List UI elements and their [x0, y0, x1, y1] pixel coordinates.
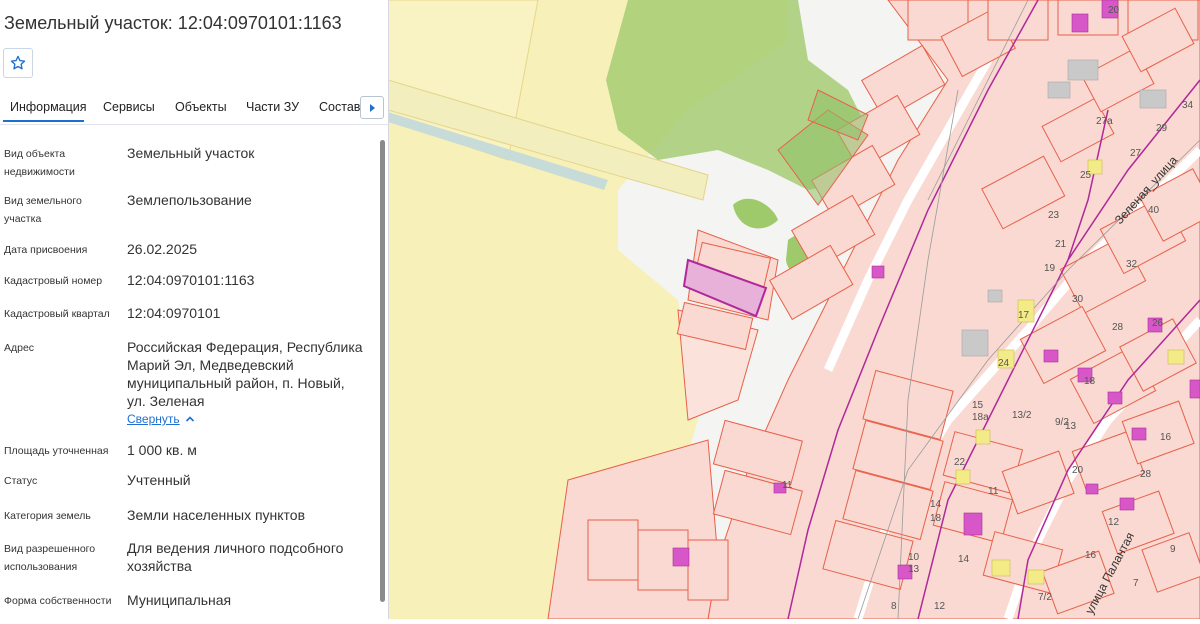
house-number: 9/2 [1055, 417, 1069, 428]
house-number: 9 [1170, 544, 1176, 555]
favorite-button[interactable] [3, 48, 33, 78]
house-number: 8 [891, 601, 897, 612]
house-number: 27а [1096, 116, 1113, 127]
info-panel: Земельный участок: 12:04:0970101:1163 Ин… [0, 0, 389, 619]
house-number: 18 [1084, 376, 1096, 387]
house-number: 28 [1140, 469, 1152, 480]
field-label: Вид объекта недвижимости [4, 148, 75, 178]
address-value: Российская Федерация, Республика Марий Э… [127, 339, 363, 409]
tab-parts[interactable]: Части ЗУ [246, 100, 299, 114]
field-label: Адрес [4, 342, 35, 354]
field-label: Кадастровый номер [4, 275, 103, 287]
house-number: 30 [1072, 294, 1084, 305]
cadastral-quarter-value[interactable]: 12:04:0970101 [127, 304, 367, 322]
house-number: 16 [1160, 432, 1172, 443]
chevron-right-icon [370, 103, 375, 112]
field-label: Кадастровый квартал [4, 308, 110, 320]
house-number: 14 [930, 499, 942, 510]
field-label: Статус [4, 475, 38, 487]
field-value: Землепользование [127, 192, 252, 208]
house-number: 17 [1018, 310, 1030, 321]
house-number: 34 [1182, 100, 1194, 111]
house-number: 20 [1072, 465, 1084, 476]
cadastral-number-value: 12:04:0970101:1163 [127, 272, 255, 288]
house-number: 12 [1108, 517, 1120, 528]
house-number: 11 [782, 480, 793, 491]
field-value: Муниципальная [127, 592, 232, 608]
house-number: 32 [1126, 259, 1138, 270]
house-number: 10 [908, 552, 920, 563]
house-number: 26 [1152, 318, 1164, 329]
house-number: 14 [958, 554, 970, 565]
field-value: Для ведения личного подсобного хозяйства [127, 540, 344, 574]
house-number: 13 [908, 564, 920, 575]
house-number: 22 [954, 457, 966, 468]
field-value: Земельный участок [127, 145, 255, 161]
chevron-up-icon[interactable] [184, 413, 196, 425]
tab-bar: Информация Сервисы Объекты Части ЗУ Сост… [0, 90, 388, 125]
house-number: 12 [934, 601, 946, 612]
house-number: 21 [1055, 239, 1067, 250]
field-label: Вид разрешенного использования [4, 543, 96, 573]
house-number: 24 [998, 358, 1010, 369]
house-number: 19 [1044, 263, 1056, 274]
map-view[interactable]: Зеленая_улица улица Палантая 20 34 27а 2… [387, 0, 1200, 621]
field-value: Земли населенных пунктов [127, 507, 306, 523]
collapse-link[interactable]: Свернуть [127, 412, 180, 426]
field-label: Форма собственности [4, 595, 112, 607]
field-label: Вид земельного участка [4, 195, 82, 225]
house-number: 18а [972, 412, 989, 423]
field-value: Учтенный [127, 472, 191, 488]
house-number: 7 [1133, 578, 1139, 589]
house-number: 20 [1108, 5, 1120, 16]
field-label: Дата присвоения [4, 244, 88, 256]
house-number: 13/2 [1012, 410, 1032, 421]
scrollbar[interactable] [380, 140, 385, 602]
field-value: 1 000 кв. м [127, 442, 197, 458]
tab-objects[interactable]: Объекты [175, 100, 227, 114]
house-number: 7/2 [1038, 592, 1052, 603]
house-number: 23 [1048, 210, 1060, 221]
house-number: 29 [1156, 123, 1168, 134]
tab-composition[interactable]: Состав [319, 100, 360, 114]
field-value: 26.02.2025 [127, 241, 198, 257]
house-number: 25 [1080, 170, 1092, 181]
field-label: Площадь уточненная [4, 445, 109, 457]
house-number: 27 [1130, 148, 1142, 159]
active-tab-indicator [3, 120, 84, 122]
house-number: 18 [930, 513, 942, 524]
star-icon [10, 55, 26, 70]
map-canvas[interactable]: Зеленая_улица улица Палантая 20 34 27а 2… [387, 0, 1200, 621]
house-number: 28 [1112, 322, 1124, 333]
field-label: Категория земель [4, 510, 91, 522]
house-number: 40 [1148, 205, 1160, 216]
tab-services[interactable]: Сервисы [103, 100, 155, 114]
house-number: 15 [972, 400, 984, 411]
page-title: Земельный участок: 12:04:0970101:1163 [4, 13, 342, 33]
tab-info[interactable]: Информация [10, 100, 87, 114]
house-number: 16 [1085, 550, 1097, 561]
house-number: 11 [988, 486, 999, 497]
tabs-next-button[interactable] [360, 96, 384, 119]
